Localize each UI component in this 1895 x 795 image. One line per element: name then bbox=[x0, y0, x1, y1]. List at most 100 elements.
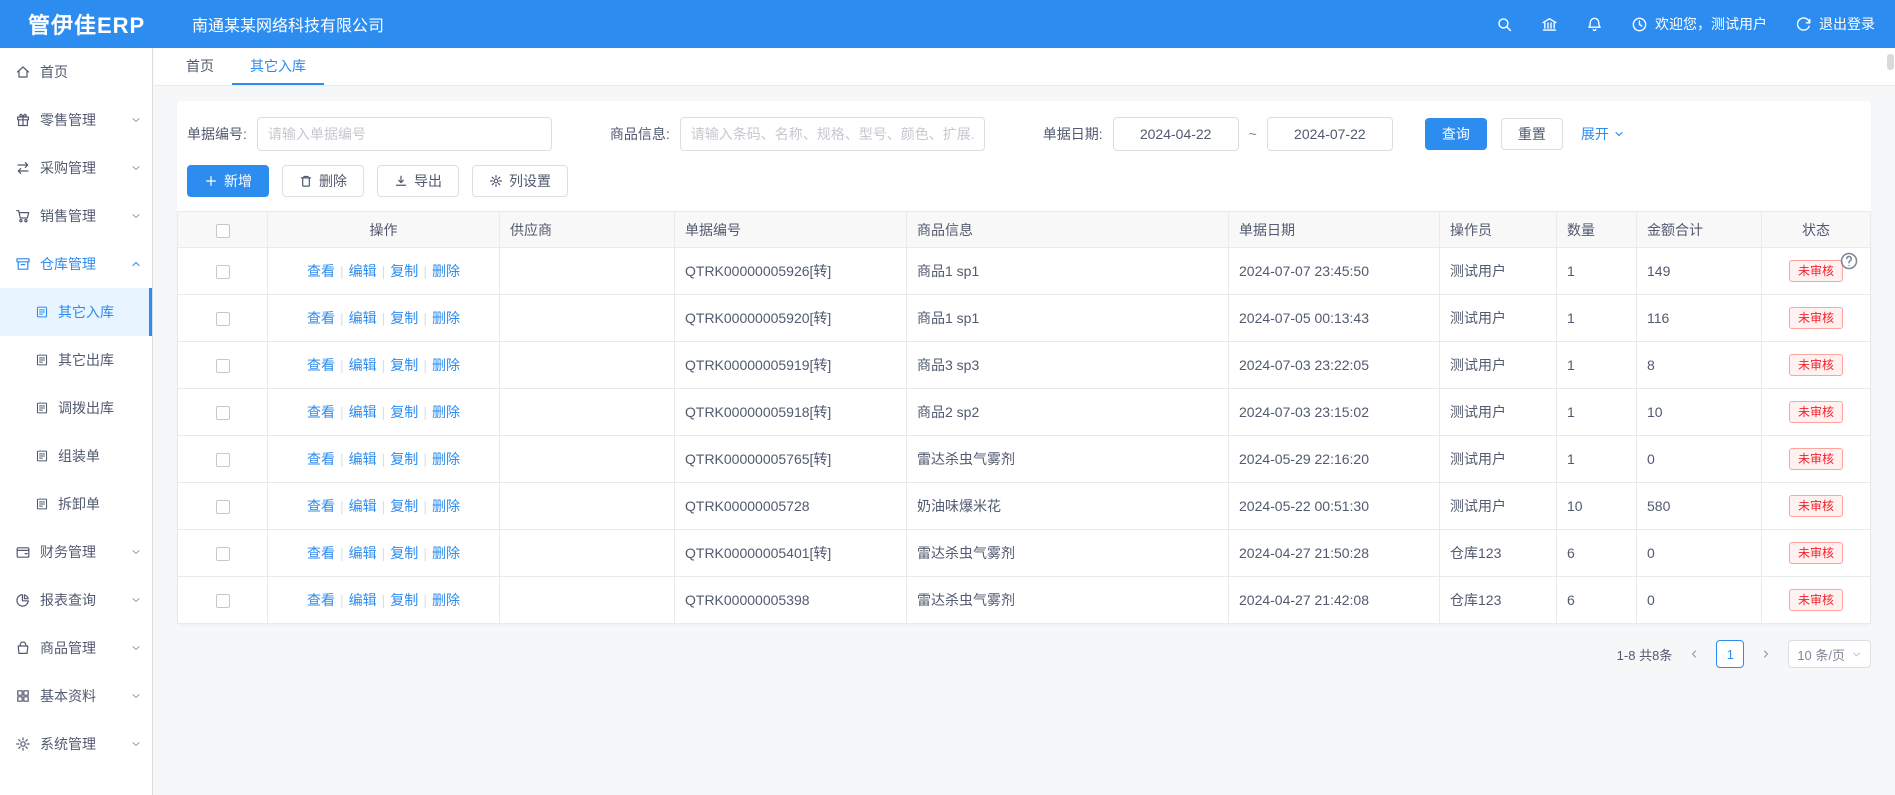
view-link[interactable]: 查看 bbox=[307, 592, 335, 608]
date-cell: 2024-05-29 22:16:20 bbox=[1229, 436, 1440, 483]
date-cell: 2024-07-03 23:22:05 bbox=[1229, 342, 1440, 389]
bank-icon[interactable] bbox=[1541, 16, 1558, 33]
delete-link[interactable]: 删除 bbox=[432, 404, 460, 420]
page-number-button[interactable]: 1 bbox=[1716, 640, 1744, 668]
delete-link[interactable]: 删除 bbox=[432, 451, 460, 467]
product-cell: 雷达杀虫气雾剂 bbox=[907, 577, 1229, 624]
sidebar-item-basic[interactable]: 基本资料 bbox=[0, 672, 152, 720]
search-icon[interactable] bbox=[1496, 16, 1513, 33]
sidebar-item-label: 商品管理 bbox=[40, 638, 96, 658]
copy-link[interactable]: 复制 bbox=[390, 404, 418, 420]
delete-link[interactable]: 删除 bbox=[432, 310, 460, 326]
sidebar-item-other-inbound[interactable]: 其它入库 bbox=[0, 288, 152, 336]
row-actions-cell: 查看|编辑|复制|删除 bbox=[268, 577, 500, 624]
sidebar-item-label: 财务管理 bbox=[40, 542, 96, 562]
edit-link[interactable]: 编辑 bbox=[349, 310, 377, 326]
copy-link[interactable]: 复制 bbox=[390, 310, 418, 326]
reset-button[interactable]: 重置 bbox=[1501, 118, 1563, 150]
cart-icon bbox=[15, 208, 31, 224]
prev-page-button[interactable] bbox=[1682, 642, 1706, 666]
date-start-input[interactable] bbox=[1113, 117, 1239, 151]
logout-button[interactable]: 退出登录 bbox=[1795, 14, 1875, 34]
delete-link[interactable]: 删除 bbox=[432, 545, 460, 561]
export-button[interactable]: 导出 bbox=[377, 165, 459, 197]
view-link[interactable]: 查看 bbox=[307, 498, 335, 514]
order-no-input[interactable] bbox=[257, 117, 552, 151]
operator-cell: 仓库123 bbox=[1440, 577, 1557, 624]
copy-link[interactable]: 复制 bbox=[390, 451, 418, 467]
row-checkbox[interactable] bbox=[216, 406, 230, 420]
edit-link[interactable]: 编辑 bbox=[349, 592, 377, 608]
product-cell: 雷达杀虫气雾剂 bbox=[907, 436, 1229, 483]
add-button[interactable]: 新增 bbox=[187, 165, 269, 197]
sidebar-item-finance[interactable]: 财务管理 bbox=[0, 528, 152, 576]
scrollbar-thumb[interactable] bbox=[1887, 54, 1894, 70]
edit-link[interactable]: 编辑 bbox=[349, 498, 377, 514]
next-page-button[interactable] bbox=[1754, 642, 1778, 666]
view-link[interactable]: 查看 bbox=[307, 451, 335, 467]
row-checkbox[interactable] bbox=[216, 312, 230, 326]
tab-other-inbound[interactable]: 其它入库 bbox=[232, 48, 324, 85]
edit-link[interactable]: 编辑 bbox=[349, 545, 377, 561]
view-link[interactable]: 查看 bbox=[307, 357, 335, 373]
sidebar-item-home[interactable]: 首页 bbox=[0, 48, 152, 96]
sidebar-item-purchase[interactable]: 采购管理 bbox=[0, 144, 152, 192]
action-separator: | bbox=[382, 451, 386, 467]
order-no-cell: QTRK00000005918[转] bbox=[675, 389, 907, 436]
row-checkbox[interactable] bbox=[216, 547, 230, 561]
copy-link[interactable]: 复制 bbox=[390, 592, 418, 608]
view-link[interactable]: 查看 bbox=[307, 310, 335, 326]
sidebar-item-goods[interactable]: 商品管理 bbox=[0, 624, 152, 672]
column-settings-button[interactable]: 列设置 bbox=[472, 165, 568, 197]
operator-cell: 测试用户 bbox=[1440, 342, 1557, 389]
delete-link[interactable]: 删除 bbox=[432, 357, 460, 373]
date-end-input[interactable] bbox=[1267, 117, 1393, 151]
row-checkbox[interactable] bbox=[216, 265, 230, 279]
row-actions-cell: 查看|编辑|复制|删除 bbox=[268, 389, 500, 436]
edit-link[interactable]: 编辑 bbox=[349, 357, 377, 373]
delete-link[interactable]: 删除 bbox=[432, 592, 460, 608]
chevron-up-icon bbox=[130, 258, 142, 270]
row-checkbox[interactable] bbox=[216, 453, 230, 467]
tab-home[interactable]: 首页 bbox=[168, 48, 232, 85]
welcome-user[interactable]: 欢迎您，测试用户 bbox=[1631, 14, 1767, 34]
edit-link[interactable]: 编辑 bbox=[349, 451, 377, 467]
delete-button[interactable]: 删除 bbox=[282, 165, 364, 197]
copy-link[interactable]: 复制 bbox=[390, 357, 418, 373]
view-link[interactable]: 查看 bbox=[307, 263, 335, 279]
sidebar-item-retail[interactable]: 零售管理 bbox=[0, 96, 152, 144]
sidebar-item-label: 销售管理 bbox=[40, 206, 96, 226]
view-link[interactable]: 查看 bbox=[307, 545, 335, 561]
product-info-input[interactable] bbox=[680, 117, 985, 151]
sidebar-item-sales[interactable]: 销售管理 bbox=[0, 192, 152, 240]
copy-link[interactable]: 复制 bbox=[390, 263, 418, 279]
edit-link[interactable]: 编辑 bbox=[349, 263, 377, 279]
row-checkbox[interactable] bbox=[216, 500, 230, 514]
product-cell: 商品1 sp1 bbox=[907, 248, 1229, 295]
sidebar-item-assembly[interactable]: 组装单 bbox=[0, 432, 152, 480]
status-cell: 未审核 bbox=[1762, 530, 1871, 577]
page-size-select[interactable]: 10 条/页 bbox=[1788, 640, 1871, 668]
view-link[interactable]: 查看 bbox=[307, 404, 335, 420]
select-all-checkbox[interactable] bbox=[216, 224, 230, 238]
search-button[interactable]: 查询 bbox=[1425, 118, 1487, 150]
row-checkbox[interactable] bbox=[216, 359, 230, 373]
copy-link[interactable]: 复制 bbox=[390, 545, 418, 561]
copy-link[interactable]: 复制 bbox=[390, 498, 418, 514]
bell-icon[interactable] bbox=[1586, 16, 1603, 33]
sidebar-item-transfer-out[interactable]: 调拨出库 bbox=[0, 384, 152, 432]
sidebar-item-warehouse[interactable]: 仓库管理 bbox=[0, 240, 152, 288]
delete-link[interactable]: 删除 bbox=[432, 263, 460, 279]
sidebar-item-disassembly[interactable]: 拆卸单 bbox=[0, 480, 152, 528]
help-icon[interactable] bbox=[1839, 251, 1859, 271]
delete-link[interactable]: 删除 bbox=[432, 498, 460, 514]
sidebar-item-report[interactable]: 报表查询 bbox=[0, 576, 152, 624]
sidebar-item-other-outbound[interactable]: 其它出库 bbox=[0, 336, 152, 384]
edit-link[interactable]: 编辑 bbox=[349, 404, 377, 420]
expand-link[interactable]: 展开 bbox=[1581, 124, 1625, 144]
sidebar-item-system[interactable]: 系统管理 bbox=[0, 720, 152, 768]
date-cell: 2024-04-27 21:50:28 bbox=[1229, 530, 1440, 577]
table-header-row: 操作供应商单据编号商品信息单据日期操作员数量金额合计状态 bbox=[178, 212, 1871, 248]
action-separator: | bbox=[340, 310, 344, 326]
row-checkbox[interactable] bbox=[216, 594, 230, 608]
